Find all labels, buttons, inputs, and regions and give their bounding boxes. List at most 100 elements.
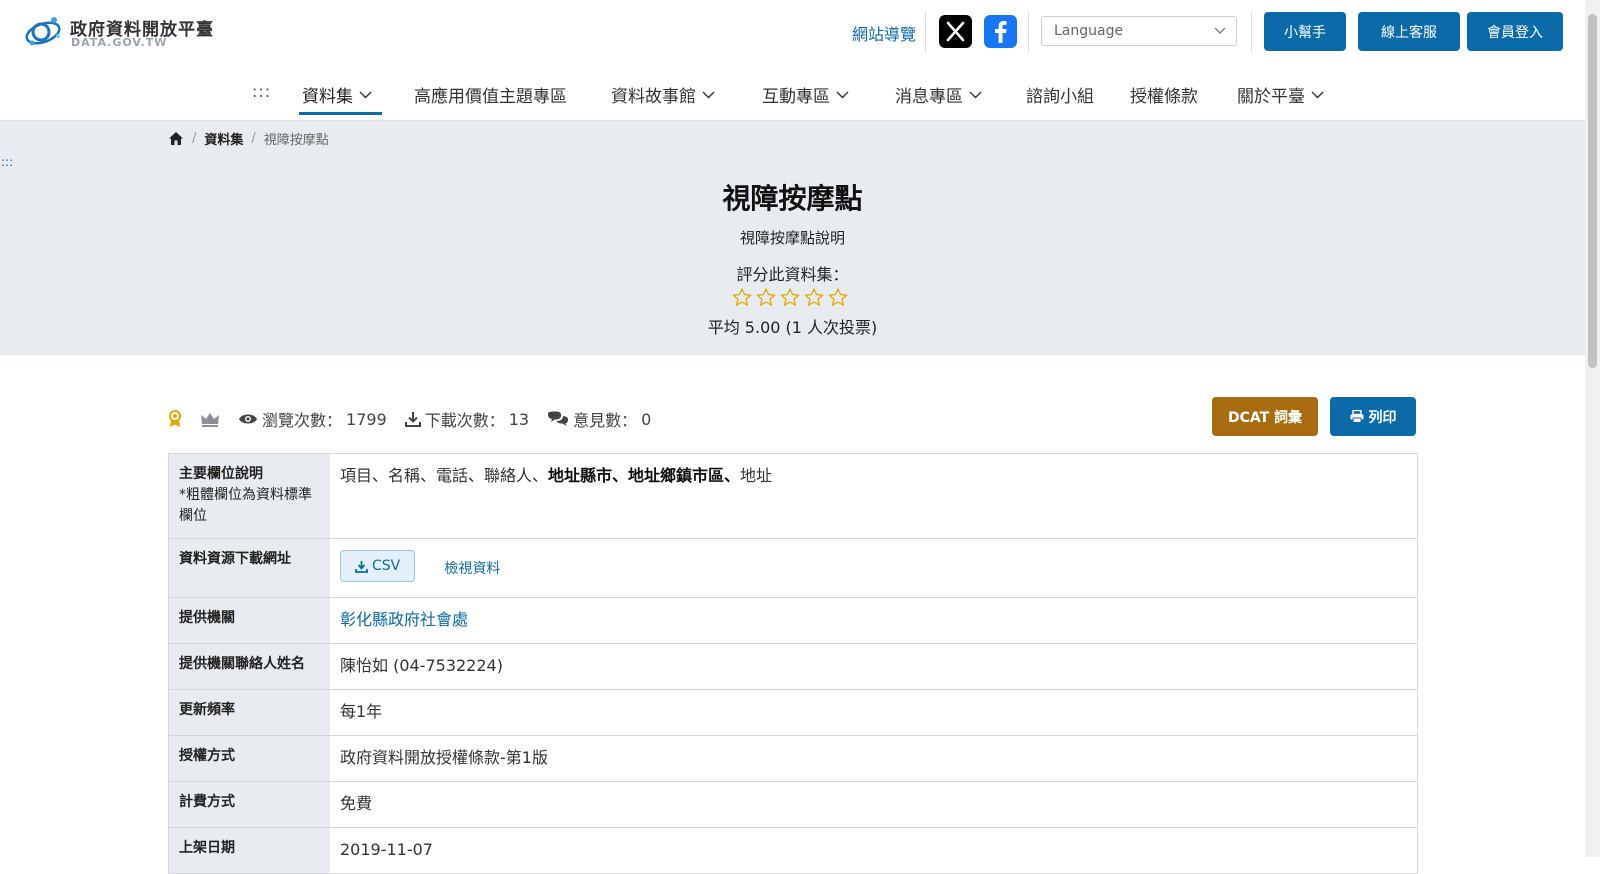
fields-plain-tail: 地址 xyxy=(740,466,773,485)
row-value: 項目、名稱、電話、聯絡人、地址縣市、地址鄉鎮市區、地址 xyxy=(330,454,1417,538)
fee-label: 計費方式 xyxy=(169,782,330,827)
contact-value: 陳怡如 (04-7532224) xyxy=(340,656,503,675)
star-icon[interactable] xyxy=(804,288,824,307)
star-icon[interactable] xyxy=(732,288,752,307)
view-data-link[interactable]: 檢視資料 xyxy=(444,561,500,577)
breadcrumb-datasets-link[interactable]: 資料集 xyxy=(204,129,243,148)
views-label: 瀏覽次數： xyxy=(262,411,343,430)
table-row-fee: 計費方式 免費 xyxy=(169,782,1417,828)
comments-icon xyxy=(548,411,569,426)
site-logo[interactable]: 政府資料開放平臺 DATA.GOV.TW xyxy=(24,12,214,52)
comments-count: 0 xyxy=(641,409,652,429)
comments-label: 意見數： xyxy=(573,411,638,430)
chevron-down-icon xyxy=(1214,27,1226,35)
fields-label: 主要欄位說明 xyxy=(179,466,263,482)
nav-item-label: 高應用價值主題專區 xyxy=(414,87,567,107)
rating-stars[interactable] xyxy=(732,288,848,307)
chevron-down-icon xyxy=(969,91,982,98)
page-title: 視障按摩點 xyxy=(722,182,863,215)
fee-value: 免費 xyxy=(340,794,373,813)
row-header: 主要欄位說明 *粗體欄位為資料標準欄位 xyxy=(169,454,330,538)
table-row-published: 上架日期 2019-11-07 xyxy=(169,828,1417,874)
home-icon[interactable] xyxy=(168,131,184,146)
nav-item-high-value[interactable]: 高應用價值主題專區 xyxy=(414,82,567,107)
nav-item-license[interactable]: 授權條款 xyxy=(1130,82,1198,107)
accesskey-content[interactable]: ::: xyxy=(1,155,13,169)
active-nav-indicator xyxy=(299,112,382,115)
divider xyxy=(1028,12,1029,52)
download-icon xyxy=(355,560,368,573)
dcat-vocabulary-button[interactable]: DCAT 詞彙 xyxy=(1212,397,1318,436)
fields-plain: 項目、名稱、電話、聯絡人、 xyxy=(340,466,549,485)
crown-icon xyxy=(201,413,219,427)
published-label: 上架日期 xyxy=(169,828,330,873)
login-button[interactable]: 會員登入 xyxy=(1467,12,1563,51)
provider-link[interactable]: 彰化縣政府社會處 xyxy=(340,610,468,629)
breadcrumb-separator: / xyxy=(251,131,256,146)
dataset-detail-table: 主要欄位說明 *粗體欄位為資料標準欄位 項目、名稱、電話、聯絡人、地址縣市、地址… xyxy=(168,453,1418,874)
download-label: 資料資源下載網址 xyxy=(169,539,330,597)
license-label: 授權方式 xyxy=(169,736,330,781)
dataset-stats: 瀏覽次數： 1799 下載次數： 13 意見數： 0 xyxy=(168,408,669,430)
print-button[interactable]: 列印 xyxy=(1330,397,1416,436)
scrollbar-thumb[interactable] xyxy=(1588,14,1597,368)
logo-subtitle: DATA.GOV.TW xyxy=(71,36,168,49)
published-value: 2019-11-07 xyxy=(340,840,433,859)
table-row-fields: 主要欄位說明 *粗體欄位為資料標準欄位 項目、名稱、電話、聯絡人、地址縣市、地址… xyxy=(169,454,1417,539)
nav-item-about[interactable]: 關於平臺 xyxy=(1237,82,1324,107)
table-row-license: 授權方式 政府資料開放授權條款-第1版 xyxy=(169,736,1417,782)
nav-item-label: 授權條款 xyxy=(1130,87,1198,107)
star-icon[interactable] xyxy=(756,288,776,307)
breadcrumb: / 資料集 / 視障按摩點 xyxy=(168,129,329,148)
table-row-frequency: 更新頻率 每1年 xyxy=(169,690,1417,736)
download-icon xyxy=(404,412,421,427)
top-header: 政府資料開放平臺 DATA.GOV.TW 網站導覽 Language 小幫手 線… xyxy=(0,0,1585,65)
nav-item-news[interactable]: 消息專區 xyxy=(895,82,982,107)
star-icon[interactable] xyxy=(828,288,848,307)
language-select-value: Language xyxy=(1054,23,1124,39)
divider xyxy=(1251,12,1252,52)
nav-item-label: 消息專區 xyxy=(895,87,963,107)
rate-label: 評分此資料集： xyxy=(736,265,849,284)
fields-note: *粗體欄位為資料標準欄位 xyxy=(179,487,312,524)
frequency-value: 每1年 xyxy=(340,702,383,721)
nav-item-label: 資料集 xyxy=(302,87,353,107)
row-value: CSV 檢視資料 xyxy=(330,539,1417,597)
logo-icon xyxy=(25,17,61,46)
dataset-description: 視障按摩點說明 xyxy=(739,229,845,247)
contact-label: 提供機關聯絡人姓名 xyxy=(169,644,330,689)
page-scrollbar[interactable] xyxy=(1585,0,1600,857)
chevron-down-icon xyxy=(1311,91,1324,98)
online-service-button[interactable]: 線上客服 xyxy=(1358,12,1460,51)
nav-item-datasets[interactable]: 資料集 xyxy=(302,82,372,107)
nav-item-label: 互動專區 xyxy=(762,87,830,107)
nav-item-stories[interactable]: 資料故事館 xyxy=(611,82,715,107)
language-select[interactable]: Language xyxy=(1041,16,1237,46)
nav-item-interactive[interactable]: 互動專區 xyxy=(762,82,849,107)
star-icon[interactable] xyxy=(780,288,800,307)
main-navigation: ::: 資料集 高應用價值主題專區 資料故事館 互動專區 消息專區 諮詢小組 授… xyxy=(0,64,1585,121)
divider xyxy=(925,12,926,52)
breadcrumb-current: 視障按摩點 xyxy=(263,133,329,148)
table-row-provider: 提供機關 彰化縣政府社會處 xyxy=(169,598,1417,644)
nav-item-advisory[interactable]: 諮詢小組 xyxy=(1026,82,1094,107)
accesskey-menu[interactable]: ::: xyxy=(252,82,271,101)
license-value: 政府資料開放授權條款-第1版 xyxy=(340,748,548,767)
print-button-label: 列印 xyxy=(1368,409,1397,426)
helper-button[interactable]: 小幫手 xyxy=(1264,12,1346,51)
nav-item-label: 諮詢小組 xyxy=(1026,87,1094,107)
frequency-label: 更新頻率 xyxy=(169,690,330,735)
downloads-count: 13 xyxy=(508,409,530,429)
dataset-hero: / 資料集 / 視障按摩點 ::: 視障按摩點 視障按摩點說明 評分此資料集： … xyxy=(0,121,1585,355)
csv-download-button[interactable]: CSV xyxy=(340,550,416,582)
breadcrumb-separator: / xyxy=(192,131,197,146)
chevron-down-icon xyxy=(836,91,849,98)
x-twitter-icon[interactable] xyxy=(939,15,972,48)
chevron-down-icon xyxy=(702,91,715,98)
csv-label: CSV xyxy=(372,558,401,574)
site-navigation-link[interactable]: 網站導覽 xyxy=(852,21,916,45)
nav-item-label: 關於平臺 xyxy=(1237,87,1305,107)
downloads-label: 下載次數： xyxy=(424,411,505,430)
table-row-download: 資料資源下載網址 CSV 檢視資料 xyxy=(169,539,1417,598)
facebook-icon[interactable] xyxy=(984,15,1017,48)
